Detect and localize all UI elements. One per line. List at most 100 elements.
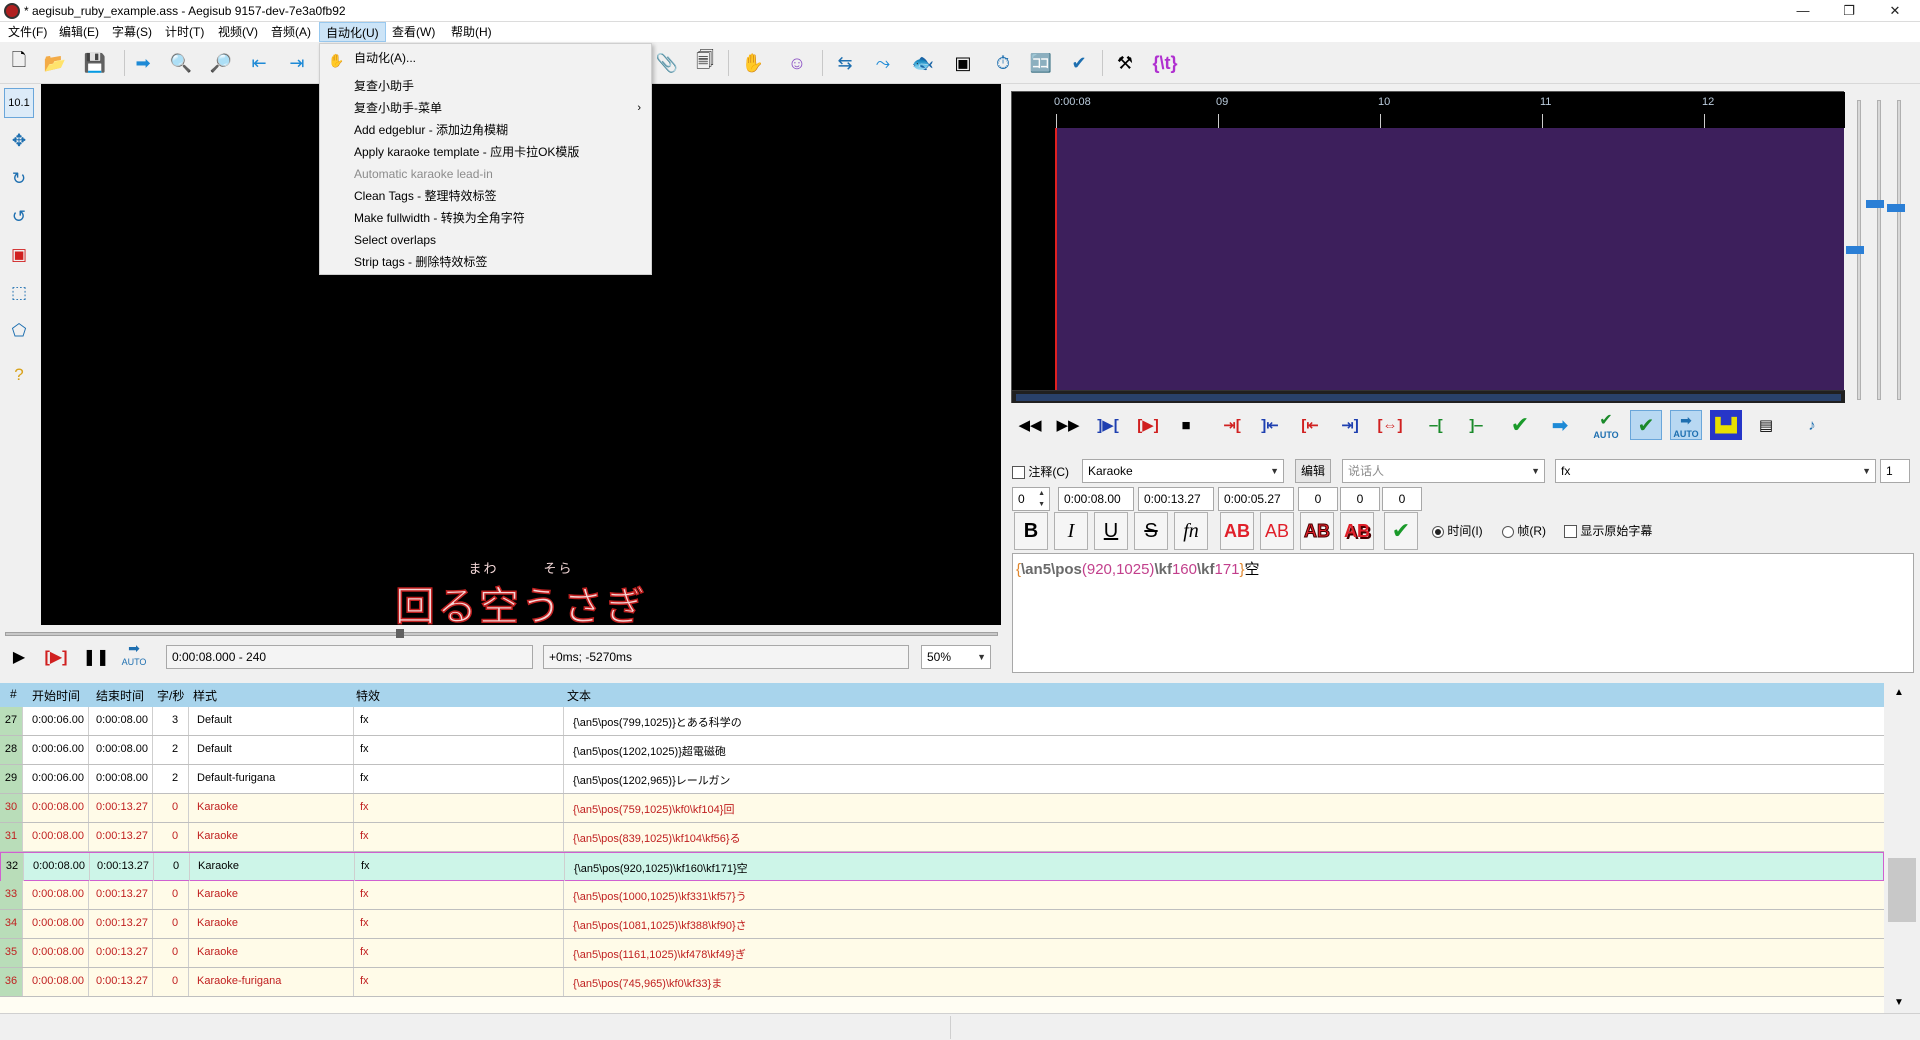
video-time-display[interactable]: 0:00:08.000 - 240 [166, 645, 533, 669]
actor-select[interactable]: 说话人 ▼ [1342, 459, 1545, 483]
new-file-icon[interactable]: 🗋 [4, 48, 34, 78]
menu-item-strip-tags[interactable]: Strip tags - 删除特效标签 [320, 251, 651, 273]
play-500ms-after-icon[interactable]: ]⇤ [1254, 410, 1286, 440]
fonts-collector-icon[interactable]: 🗐 [690, 48, 720, 78]
menu-edit[interactable]: 编辑(E) [53, 22, 105, 42]
save-icon[interactable]: 💾 [80, 48, 110, 78]
next-line-icon[interactable]: ▶▶ [1052, 410, 1084, 440]
col-header-end[interactable]: 结束时间 [96, 687, 144, 704]
menu-item-make-fullwidth[interactable]: Make fullwidth - 转换为全角字符 [320, 207, 651, 229]
lead-in-icon[interactable]: ‒[ [1420, 410, 1452, 440]
menu-item-clean-tags[interactable]: Clean Tags - 整理特效标签 [320, 185, 651, 207]
video-seek-slider[interactable] [5, 632, 998, 636]
menu-item-review-helper[interactable]: 复查小助手 [320, 75, 651, 97]
menu-audio[interactable]: 音频(A) [265, 22, 317, 42]
menu-item-review-helper-menu[interactable]: 复查小助手-菜单 › [320, 97, 651, 119]
strikeout-button[interactable]: S [1134, 512, 1168, 550]
audio-vertical-zoom-thumb[interactable] [1887, 204, 1905, 212]
audio-vertical-zoom-slider[interactable] [1897, 100, 1901, 400]
stop-icon[interactable]: ■ [1170, 410, 1202, 440]
play-last-500ms-icon[interactable]: ⇥] [1334, 410, 1366, 440]
menu-item-select-overlaps[interactable]: Select overlaps [320, 229, 651, 251]
spectrum-mode-icon[interactable]: ▙▟ [1710, 410, 1742, 440]
lead-out-icon[interactable]: ]‒ [1460, 410, 1492, 440]
frame-radio[interactable]: 帧(R) [1502, 523, 1546, 539]
menu-timing[interactable]: 计时(T) [159, 22, 210, 42]
table-row[interactable]: 33 0:00:08.00 0:00:13.27 0 Karaoke fx {\an5\po… [0, 881, 1884, 910]
auto-scroll-audio-button[interactable]: ➡ AUTO [1670, 410, 1702, 440]
clip-vector-icon[interactable]: ⬠ [4, 316, 34, 346]
automation-icon[interactable]: ✋ [738, 48, 768, 78]
grid-scroll-thumb[interactable] [1888, 858, 1916, 922]
clip-rect-icon[interactable]: ⬚ [4, 278, 34, 308]
commit-check-icon[interactable]: ✔ [1384, 512, 1418, 550]
rotate-xy-icon[interactable]: ↺ [4, 202, 34, 232]
seek-thumb[interactable] [396, 629, 404, 638]
col-header-text[interactable]: 文本 [567, 687, 591, 704]
snap-start-icon[interactable]: ⇤ [244, 48, 274, 78]
grid-scrollbar[interactable]: ▲ ▼ [1884, 683, 1920, 1013]
layer-spinner[interactable]: 0 ▲ ▼ [1012, 487, 1050, 511]
mascot-icon[interactable]: ☺ [782, 48, 812, 78]
play-to-end-icon[interactable]: [⇔] [1374, 410, 1406, 440]
font-button[interactable]: fn [1174, 512, 1208, 550]
edit-style-button[interactable]: 编辑 [1295, 459, 1331, 483]
menu-subtitle[interactable]: 字幕(S) [106, 22, 158, 42]
attachments-icon[interactable]: 📎 [652, 48, 682, 78]
go-to-next-icon[interactable]: ➡ [1544, 410, 1576, 440]
table-row[interactable]: 32 0:00:08.00 0:00:13.27 0 Karaoke fx {\an5\po… [0, 852, 1884, 881]
pause-icon[interactable]: ❚❚ [82, 644, 110, 670]
menu-video[interactable]: 视频(V) [212, 22, 264, 42]
zoom-out-icon[interactable]: 🔎 [206, 48, 236, 78]
col-header-cps[interactable]: 字/秒 [157, 687, 184, 704]
video-timing-icon[interactable]: ▤ [1750, 410, 1782, 440]
table-row[interactable]: 30 0:00:08.00 0:00:13.27 0 Karaoke fx {\an5\po… [0, 794, 1884, 823]
margin-vertical-field[interactable]: 0 [1382, 487, 1422, 511]
menu-item-add-edgeblur[interactable]: Add edgeblur - 添加边角模糊 [320, 119, 651, 141]
col-header-effect[interactable]: 特效 [356, 687, 380, 704]
table-row[interactable]: 31 0:00:08.00 0:00:13.27 0 Karaoke fx {\an5\po… [0, 823, 1884, 852]
margin-left-field[interactable]: 0 [1298, 487, 1338, 511]
subtitle-text-editor[interactable]: {\an5\pos(920,1025)\kf160\kf171}空 [1012, 553, 1914, 673]
karaoke-mode-icon[interactable]: ♪ [1796, 410, 1828, 440]
kanji-timer-icon[interactable]: 🐟 [908, 48, 938, 78]
table-row[interactable]: 27 0:00:06.00 0:00:08.00 3 Default fx {\an5\po… [0, 707, 1884, 736]
play-current-line-icon[interactable]: [▶] [1132, 410, 1164, 440]
tag-toggle-icon[interactable]: {\t} [1150, 48, 1180, 78]
italic-button[interactable]: I [1054, 512, 1088, 550]
resample-icon[interactable]: ⇆ [830, 48, 860, 78]
auto-scroll-video-button[interactable]: ➡ AUTO [120, 640, 148, 667]
table-row[interactable]: 34 0:00:08.00 0:00:13.27 0 Karaoke fx {\an5\po… [0, 910, 1884, 939]
timing-postprocessor-icon[interactable]: ⤳ [868, 48, 898, 78]
zoom-in-icon[interactable]: 🔍 [166, 48, 196, 78]
menu-item-apply-karaoke-template[interactable]: Apply karaoke template - 应用卡拉OK模版 [320, 141, 651, 163]
primary-color-button[interactable]: AB [1220, 512, 1254, 550]
audio-volume-thumb[interactable] [1866, 200, 1884, 208]
table-row[interactable]: 28 0:00:06.00 0:00:08.00 2 Default fx {\an5\po… [0, 736, 1884, 765]
menu-view[interactable]: 查看(W) [386, 22, 441, 42]
audio-scrollbar[interactable] [1012, 390, 1845, 403]
scroll-down-icon[interactable]: ▼ [1894, 997, 1904, 1008]
audio-zoom-thumb[interactable] [1846, 246, 1864, 254]
menu-automation[interactable]: 自动化(U) [319, 22, 386, 42]
style-select[interactable]: Karaoke ▼ [1082, 459, 1284, 483]
col-header-style[interactable]: 样式 [193, 687, 217, 704]
col-header-number[interactable]: # [10, 687, 17, 701]
translation-assistant-icon[interactable]: 🈁 [1026, 48, 1056, 78]
comment-checkbox[interactable]: 注释(C) [1012, 462, 1069, 482]
maximize-button[interactable]: ❐ [1826, 0, 1872, 22]
drag-tool-icon[interactable]: ✥ [4, 126, 34, 156]
minimize-button[interactable]: — [1780, 0, 1826, 22]
audio-volume-slider[interactable] [1877, 100, 1881, 400]
play-line-icon[interactable]: [▶] [42, 644, 70, 670]
end-time-field[interactable]: 0:00:13.27 [1138, 487, 1214, 511]
time-radio[interactable]: 时间(I) [1432, 523, 1483, 539]
table-row[interactable]: 35 0:00:08.00 0:00:13.27 0 Karaoke fx {\an5\po… [0, 939, 1884, 968]
scroll-up-icon[interactable]: ▲ [1894, 687, 1904, 698]
duration-field[interactable]: 0:00:05.27 [1218, 487, 1294, 511]
col-header-start[interactable]: 开始时间 [32, 687, 80, 704]
shift-times-icon[interactable]: ⏱ [988, 48, 1018, 78]
start-time-field[interactable]: 0:00:08.00 [1058, 487, 1134, 511]
open-folder-icon[interactable]: 📂 [40, 48, 70, 78]
table-row[interactable]: 36 0:00:08.00 0:00:13.27 0 Karaoke-furigana f… [0, 968, 1884, 997]
